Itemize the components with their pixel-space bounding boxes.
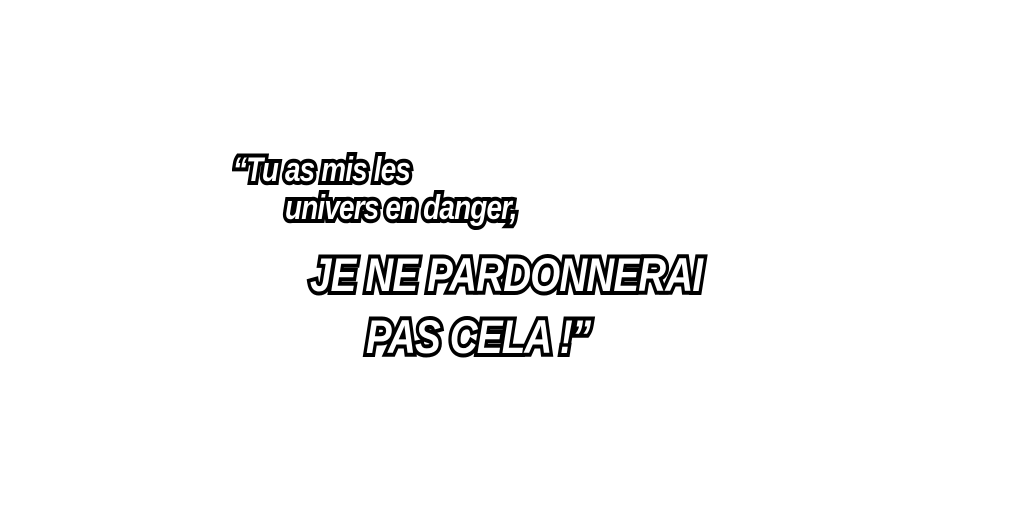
quote-line-4: PAS CELA !” — [363, 308, 595, 366]
quote-line-2: univers en danger, — [282, 186, 521, 230]
quote-line-1: “Tu as mis les — [230, 148, 414, 192]
quote-canvas: “Tu as mis les univers en danger, JE NE … — [0, 0, 1024, 512]
quote-line-3: JE NE PARDONNERAI — [307, 246, 707, 304]
